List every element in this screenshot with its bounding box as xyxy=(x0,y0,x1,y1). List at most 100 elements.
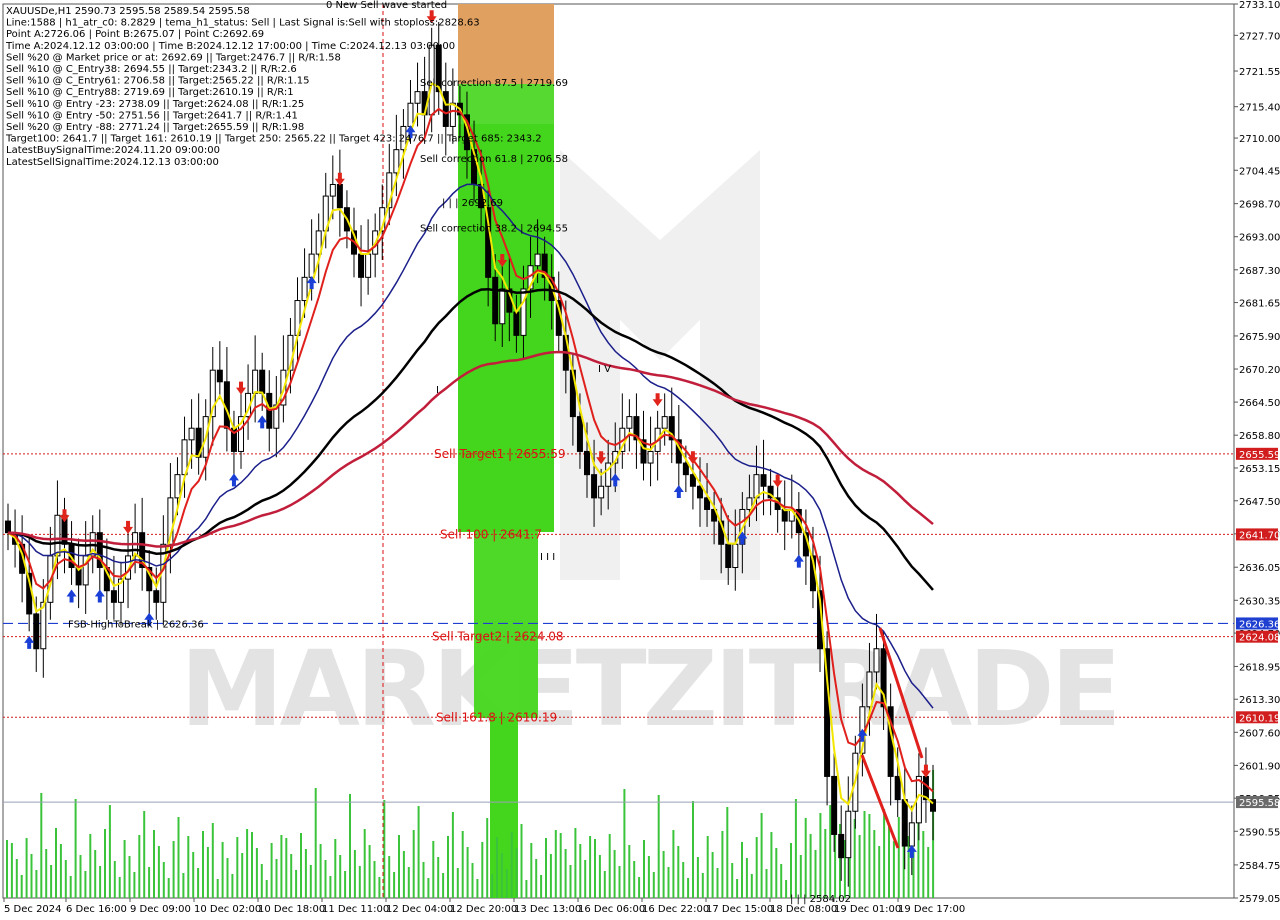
volume-bar xyxy=(236,837,239,898)
volume-bar xyxy=(510,832,513,898)
candle-body xyxy=(216,369,223,383)
volume-bar xyxy=(471,863,474,898)
volume-bar xyxy=(633,861,636,898)
point-c-label: | | | 2692.69 xyxy=(442,198,503,209)
y-tick-label: 2647.50 xyxy=(1239,497,1280,508)
volume-bar xyxy=(736,879,739,898)
candle-body xyxy=(110,590,117,603)
candle-body xyxy=(442,91,449,127)
info-line: Sell %10 @ Entry -50: 2751.56 || Target:… xyxy=(6,110,298,121)
volume-bar xyxy=(187,836,190,898)
y-tick-label: 2733.10 xyxy=(1239,0,1280,11)
info-line: LatestSellSignalTime:2024.12.13 03:00:00 xyxy=(6,157,219,168)
y-tick-label: 2579.05 xyxy=(1239,894,1280,905)
volume-bar xyxy=(912,852,915,898)
y-tick-label: 2704.45 xyxy=(1239,166,1280,177)
volume-bar xyxy=(202,831,204,898)
volume-bar xyxy=(618,866,621,898)
candle-body xyxy=(873,648,880,673)
volume-bar xyxy=(863,811,866,898)
x-tick-label: 17 Dec 15:00 xyxy=(706,904,773,915)
y-tick-label: 2727.70 xyxy=(1239,31,1280,42)
volume-bar xyxy=(295,870,298,898)
volume-bar xyxy=(853,819,856,898)
x-tick-label: 11 Dec 11:00 xyxy=(322,904,389,915)
volume-bar xyxy=(466,847,469,898)
volume-bar xyxy=(559,833,562,898)
volume-bar xyxy=(892,841,895,898)
volume-bar xyxy=(687,878,690,898)
y-tick-label: 2630.35 xyxy=(1239,596,1280,607)
volume-bar xyxy=(162,862,165,898)
volume-bar xyxy=(30,854,33,898)
y-tick-label: 2715.40 xyxy=(1239,103,1280,114)
volume-bar xyxy=(451,812,454,898)
price-tag-label: 2610.19 xyxy=(1239,713,1280,724)
volume-bar xyxy=(760,813,763,898)
candle-body xyxy=(33,613,40,650)
volume-bar xyxy=(373,861,376,898)
volume-bar xyxy=(309,865,312,898)
volume-bar xyxy=(55,828,57,898)
volume-bar xyxy=(809,834,812,898)
volume-bar xyxy=(432,841,435,898)
volume-bar xyxy=(491,874,494,898)
volume-bar xyxy=(530,843,533,898)
volume-bar xyxy=(579,844,582,898)
level-label: Sell 100 | 2641.7 xyxy=(440,527,542,541)
volume-bar xyxy=(520,824,523,898)
volume-bar xyxy=(324,860,327,898)
info-line: Time A:2024.12.12 03:00:00 | Time B:2024… xyxy=(5,41,455,52)
x-tick-label: 6 Dec 16:00 xyxy=(66,904,127,915)
volume-bar xyxy=(594,839,596,898)
volume-bar xyxy=(167,878,170,898)
volume-bar xyxy=(231,874,234,898)
candle-body xyxy=(153,590,160,603)
volume-bar xyxy=(35,870,38,898)
candle-body xyxy=(449,102,456,127)
wave-iii-label: I I I xyxy=(540,552,555,563)
volume-bar xyxy=(652,872,655,898)
volume-bar xyxy=(241,853,244,898)
volume-bar xyxy=(133,872,136,898)
sell-zone-extension xyxy=(490,718,518,898)
candle-body xyxy=(252,369,259,394)
volume-bar xyxy=(69,876,72,898)
candle-body xyxy=(598,485,605,499)
volume-bar xyxy=(589,836,592,898)
y-tick-label: 2681.65 xyxy=(1239,299,1280,310)
x-tick-label: 19 Dec 01:00 xyxy=(834,904,901,915)
price-chart[interactable]: MARKETZITRADE Sell correction 87.5 | 2719… xyxy=(0,0,1280,920)
volume-bar xyxy=(564,849,567,898)
volume-bar xyxy=(447,836,449,898)
wave-i-label: I xyxy=(436,385,439,396)
volume-bar xyxy=(138,835,141,898)
volume-bar xyxy=(868,814,871,898)
volume-bar xyxy=(15,859,18,898)
volume-bar xyxy=(706,836,709,898)
current-price-tag-label: 2595.58 xyxy=(1239,798,1280,809)
candle-body xyxy=(407,102,414,127)
candle-body xyxy=(576,416,583,452)
volume-bar xyxy=(804,818,807,898)
volume-bar xyxy=(883,809,886,898)
volume-bar xyxy=(260,864,263,898)
volume-bar xyxy=(799,855,802,898)
volume-bar xyxy=(148,867,151,898)
volume-bar xyxy=(848,856,851,898)
volume-bar xyxy=(118,877,121,898)
info-line: Target100: 2641.7 || Target 161: 2610.19… xyxy=(5,134,542,145)
candle-body xyxy=(393,149,400,174)
volume-bar xyxy=(25,838,28,898)
x-tick-label: 18 Dec 08:00 xyxy=(770,904,837,915)
x-tick-label: 12 Dec 20:00 xyxy=(450,904,517,915)
volume-bar xyxy=(927,847,930,898)
volume-bar xyxy=(211,823,214,898)
x-tick-label: 10 Dec 18:00 xyxy=(258,904,325,915)
volume-bar xyxy=(790,843,792,898)
volume-bar xyxy=(647,856,650,898)
volume-bar xyxy=(40,793,43,898)
info-line: Sell %20 @ Entry -88: 2771.24 || Target:… xyxy=(6,122,304,133)
y-tick-label: 2698.70 xyxy=(1239,200,1280,211)
y-tick-label: 2590.55 xyxy=(1239,827,1280,838)
